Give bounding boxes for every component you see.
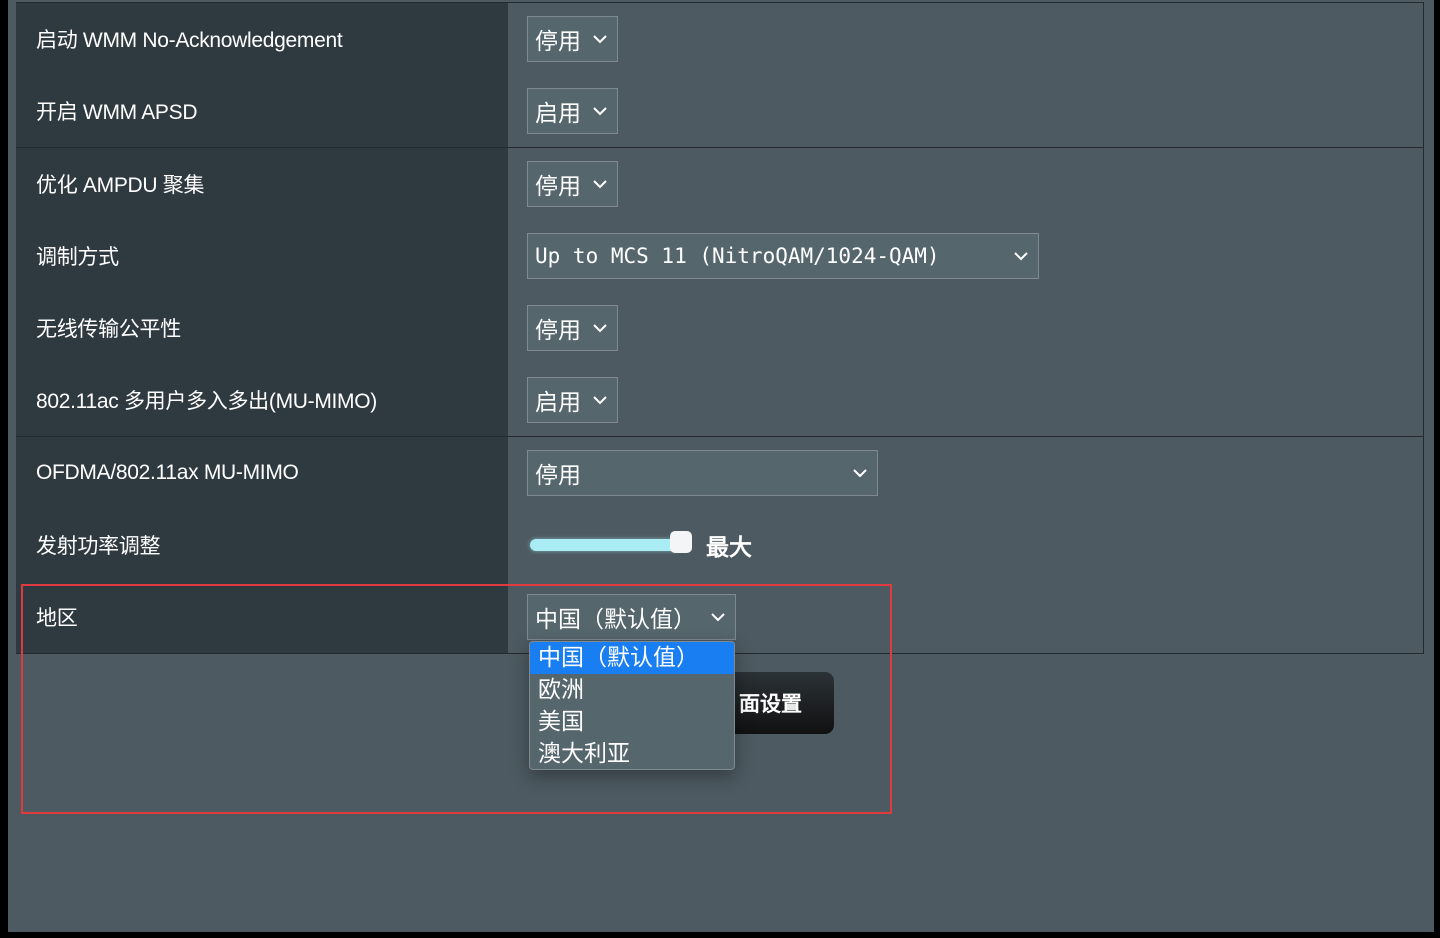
row-ofdma: OFDMA/802.11ax MU-MIMO 停用: [16, 437, 1424, 510]
row-label: 无线传输公平性: [36, 318, 181, 341]
select-value: 启用: [535, 390, 581, 416]
tx-power-value: 最大: [706, 535, 752, 561]
row-tx-power: 发射功率调整 最大: [16, 509, 1424, 582]
row-label: 调制方式: [36, 246, 119, 269]
chevron-down-icon: [593, 180, 607, 189]
row-label: 发射功率调整: [36, 535, 161, 558]
airtime-fairness-select[interactable]: 停用: [527, 305, 618, 351]
row-modulation: 调制方式 Up to MCS 11 (NitroQAM/1024-QAM): [16, 220, 1424, 293]
wmm-noack-select[interactable]: 停用: [527, 16, 618, 62]
ampdu-select[interactable]: 停用: [527, 161, 618, 207]
row-wmm-noack: 启动 WMM No-Acknowledgement 停用: [16, 3, 1424, 76]
row-label: 开启 WMM APSD: [36, 101, 198, 124]
row-label: 启动 WMM No-Acknowledgement: [36, 29, 343, 52]
mu-mimo-ac-select[interactable]: 启用: [527, 377, 618, 423]
tx-power-slider[interactable]: [530, 539, 680, 551]
select-value: 停用: [535, 29, 581, 55]
wireless-settings-table: 启动 WMM No-Acknowledgement 停用 开启 WMM APSD…: [16, 2, 1424, 654]
chevron-down-icon: [593, 107, 607, 116]
region-option-china[interactable]: 中国（默认值）: [530, 642, 734, 674]
row-label: 802.11ac 多用户多入多出(MU-MIMO): [36, 390, 377, 413]
region-option-australia[interactable]: 澳大利亚: [530, 738, 734, 769]
select-value: 停用: [535, 174, 581, 200]
region-option-europe[interactable]: 欧洲: [530, 674, 734, 706]
chevron-down-icon: [593, 35, 607, 44]
highlight-box: [21, 584, 892, 814]
region-option-usa[interactable]: 美国: [530, 706, 734, 738]
row-airtime-fairness: 无线传输公平性 停用: [16, 292, 1424, 365]
tx-power-slider-handle[interactable]: [670, 531, 692, 553]
region-dropdown-list[interactable]: 中国（默认值） 欧洲 美国 澳大利亚: [529, 641, 735, 770]
chevron-down-icon: [593, 324, 607, 333]
ofdma-select[interactable]: 停用: [527, 450, 878, 496]
select-value: 停用: [535, 318, 581, 344]
row-ampdu: 优化 AMPDU 聚集 停用: [16, 148, 1424, 221]
row-wmm-apsd: 开启 WMM APSD 启用: [16, 75, 1424, 148]
row-label: 优化 AMPDU 聚集: [36, 174, 205, 197]
chevron-down-icon: [853, 469, 867, 478]
row-label: OFDMA/802.11ax MU-MIMO: [36, 461, 299, 484]
row-mu-mimo-ac: 802.11ac 多用户多入多出(MU-MIMO) 启用: [16, 364, 1424, 437]
select-value: 停用: [535, 463, 581, 489]
select-value: 启用: [535, 101, 581, 127]
chevron-down-icon: [1014, 252, 1028, 261]
chevron-down-icon: [593, 396, 607, 405]
wmm-apsd-select[interactable]: 启用: [527, 88, 618, 134]
modulation-select[interactable]: Up to MCS 11 (NitroQAM/1024-QAM): [527, 233, 1039, 279]
select-value: Up to MCS 11 (NitroQAM/1024-QAM): [535, 244, 940, 268]
